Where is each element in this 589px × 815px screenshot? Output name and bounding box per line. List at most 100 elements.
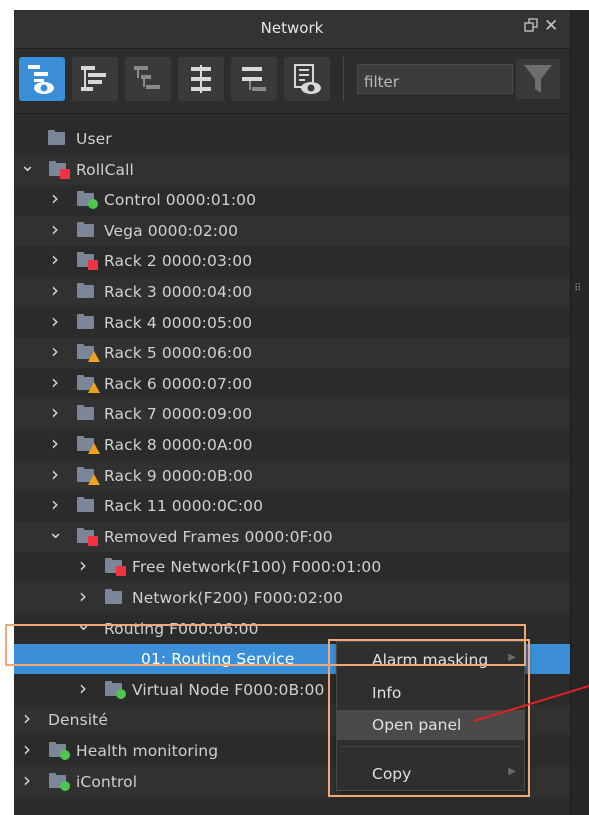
- green-status-icon: [116, 689, 126, 699]
- tree-row-label: Densité: [48, 711, 108, 729]
- warning-status-icon: [88, 443, 100, 454]
- chevron-right-icon[interactable]: ›: [20, 706, 34, 730]
- list-eye-icon: [294, 64, 321, 94]
- chevron-right-icon[interactable]: ›: [48, 309, 62, 333]
- tree-row[interactable]: › Rack 4 0000:05:00: [14, 308, 570, 338]
- tree-row[interactable]: › Free Network(F100) F000:01:00: [14, 552, 570, 582]
- tree-row-label: Removed Frames 0000:0F:00: [104, 528, 333, 546]
- folder-icon: [77, 252, 98, 270]
- folder-icon: [49, 161, 70, 179]
- chevron-right-icon[interactable]: ›: [48, 247, 62, 271]
- tree-row[interactable]: User: [14, 124, 570, 154]
- tree-row[interactable]: › Rack 2 0000:03:00: [14, 246, 570, 276]
- chevron-right-icon[interactable]: ›: [48, 400, 62, 424]
- tree-row-label: Rack 6 0000:07:00: [104, 375, 253, 393]
- collapse-all-button[interactable]: [231, 57, 277, 101]
- tree-row[interactable]: › Rack 6 0000:07:00: [14, 369, 570, 399]
- view-tree-button[interactable]: [19, 57, 65, 101]
- toolbar-separator: [343, 57, 344, 101]
- funnel-icon: [524, 65, 552, 93]
- folder-icon: [77, 283, 96, 299]
- chevron-right-icon[interactable]: ›: [48, 431, 62, 455]
- panel-titlebar: Network ✕: [14, 10, 570, 49]
- folder-icon: [49, 742, 70, 760]
- tree-row-label: Rack 11 0000:0C:00: [104, 497, 264, 515]
- tree-row[interactable]: ⌄ RollCall: [14, 155, 570, 185]
- warning-status-icon: [88, 474, 100, 485]
- chevron-right-icon[interactable]: ›: [76, 676, 90, 700]
- tree-row-label: Free Network(F100) F000:01:00: [132, 558, 382, 576]
- chevron-down-icon[interactable]: ⌄: [20, 155, 35, 176]
- chevron-right-icon[interactable]: ›: [76, 584, 90, 608]
- tree-row-label: RollCall: [76, 161, 134, 179]
- folder-icon: [77, 497, 96, 513]
- chevron-right-icon[interactable]: ›: [20, 768, 34, 792]
- red-status-icon: [116, 566, 126, 576]
- tree-eye-icon: [28, 65, 54, 94]
- filter-button[interactable]: [516, 59, 560, 99]
- context-menu-highlight-box: [328, 639, 530, 797]
- tree-row-label: Rack 7 0000:09:00: [104, 405, 253, 423]
- tree-row[interactable]: › Rack 9 0000:0B:00: [14, 461, 570, 491]
- green-status-icon: [60, 781, 70, 791]
- grip-icon: ⠿: [574, 283, 582, 294]
- folder-icon: [77, 467, 100, 485]
- folder-icon: [105, 589, 124, 605]
- tree-row[interactable]: › Rack 8 0000:0A:00: [14, 430, 570, 460]
- expand-tree-button[interactable]: [72, 57, 118, 101]
- float-panel-icon[interactable]: [524, 18, 538, 36]
- collapse-all-icon: [242, 67, 266, 91]
- tree-row-label: Vega 0000:02:00: [104, 222, 239, 240]
- filter-input[interactable]: [357, 64, 513, 94]
- chevron-right-icon[interactable]: ›: [48, 278, 62, 302]
- tree-row[interactable]: › Control 0000:01:00: [14, 185, 570, 215]
- tree-row-label: Rack 9 0000:0B:00: [104, 467, 253, 485]
- alarm-view-button[interactable]: [284, 57, 330, 101]
- chevron-right-icon[interactable]: ›: [48, 186, 62, 210]
- chevron-right-icon[interactable]: ›: [48, 370, 62, 394]
- splitter-handle[interactable]: ⠿: [570, 10, 589, 815]
- tree-row-label: Virtual Node F000:0B:00: [132, 681, 325, 699]
- chevron-right-icon[interactable]: ›: [48, 462, 62, 486]
- warning-status-icon: [88, 382, 100, 393]
- expand-all-button[interactable]: [178, 57, 224, 101]
- green-status-icon: [88, 199, 98, 209]
- chevron-right-icon[interactable]: ›: [76, 553, 90, 577]
- tree-row[interactable]: › Network(F200) F000:02:00: [14, 583, 570, 613]
- collapse-tree-button[interactable]: [125, 57, 171, 101]
- tree-row-label: Rack 5 0000:06:00: [104, 344, 253, 362]
- expand-all-icon: [191, 65, 211, 93]
- tree-row[interactable]: › Rack 7 0000:09:00: [14, 399, 570, 429]
- tree-row[interactable]: › Rack 11 0000:0C:00: [14, 491, 570, 521]
- tree-row-label: Rack 3 0000:04:00: [104, 283, 253, 301]
- chevron-right-icon[interactable]: ›: [48, 492, 62, 516]
- close-icon[interactable]: ✕: [544, 16, 558, 36]
- red-status-icon: [60, 169, 70, 179]
- tree-row[interactable]: › Rack 3 0000:04:00: [14, 277, 570, 307]
- tree-collapse-icon: [134, 66, 160, 89]
- chevron-right-icon[interactable]: ›: [20, 737, 34, 761]
- folder-icon: [77, 344, 100, 362]
- folder-icon: [77, 405, 96, 421]
- green-status-icon: [60, 750, 70, 760]
- folder-icon: [105, 681, 126, 699]
- folder-icon: [77, 191, 98, 209]
- folder-icon: [77, 436, 100, 454]
- red-status-icon: [88, 536, 98, 546]
- tree-row[interactable]: › Rack 5 0000:06:00: [14, 338, 570, 368]
- tree-row-label: Rack 4 0000:05:00: [104, 314, 253, 332]
- chevron-down-icon[interactable]: ⌄: [48, 522, 63, 543]
- folder-icon: [48, 130, 67, 146]
- tree-row-label: Network(F200) F000:02:00: [132, 589, 344, 607]
- warning-status-icon: [88, 351, 100, 362]
- chevron-right-icon[interactable]: ›: [48, 339, 62, 363]
- folder-icon: [105, 558, 126, 576]
- folder-icon: [77, 222, 96, 238]
- tree-row-label: Health monitoring: [76, 742, 219, 760]
- tree-expand-icon: [81, 66, 106, 91]
- folder-icon: [77, 528, 98, 546]
- tree-row[interactable]: ⌄ Removed Frames 0000:0F:00: [14, 522, 570, 552]
- tree-row-label: User: [76, 130, 112, 148]
- tree-row[interactable]: › Vega 0000:02:00: [14, 216, 570, 246]
- chevron-right-icon[interactable]: ›: [48, 217, 62, 241]
